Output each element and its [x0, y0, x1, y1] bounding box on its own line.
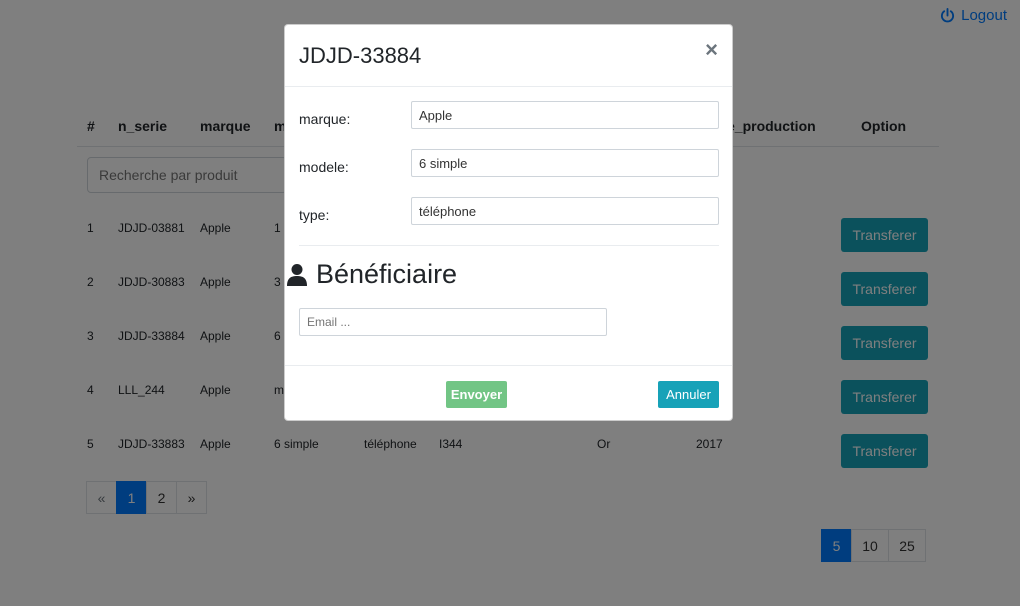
modele-label: modele: [299, 159, 349, 175]
user-icon [287, 263, 307, 286]
modal-body: marque: modele: type: Bénéficiaire [285, 87, 732, 365]
modele-field[interactable] [411, 149, 719, 177]
modal-divider [299, 245, 719, 246]
modal-header: JDJD-33884 × [285, 25, 732, 87]
email-field[interactable] [299, 308, 607, 336]
cancel-button[interactable]: Annuler [658, 381, 719, 408]
modal-title: JDJD-33884 [299, 43, 422, 68]
send-button[interactable]: Envoyer [446, 381, 507, 408]
close-icon[interactable]: × [705, 39, 718, 61]
type-field[interactable] [411, 197, 719, 225]
beneficiary-heading: Bénéficiaire [287, 259, 457, 290]
beneficiary-title: Bénéficiaire [316, 259, 458, 289]
marque-label: marque: [299, 111, 351, 127]
transfer-modal: JDJD-33884 × marque: modele: type: Bénéf… [284, 24, 733, 421]
type-label: type: [299, 207, 330, 223]
modal-footer: Envoyer Annuler [285, 365, 732, 422]
marque-field[interactable] [411, 101, 719, 129]
